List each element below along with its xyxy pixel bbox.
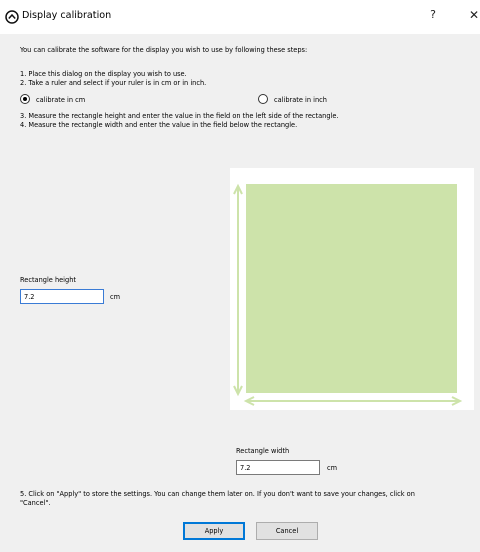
width-unit-label: cm (327, 464, 338, 472)
rectangle-width-label: Rectangle width (236, 447, 290, 455)
rectangle-height-label: Rectangle height (20, 276, 76, 284)
rectangle-width-input[interactable] (236, 460, 320, 475)
step-5-text-line1: 5. Click on "Apply" to store the setting… (20, 490, 415, 498)
measurement-arrows (233, 183, 463, 406)
height-unit-label: cm (110, 293, 121, 301)
step-4-text: 4. Measure the rectangle width and enter… (20, 121, 298, 129)
close-button[interactable]: ✕ (466, 8, 480, 22)
title-bar: Display calibration ? ✕ (0, 0, 480, 34)
radio-calibrate-cm[interactable] (20, 94, 30, 104)
rectangle-height-input[interactable] (20, 289, 104, 304)
step-1-text: 1. Place this dialog on the display you … (20, 70, 187, 78)
cancel-button[interactable]: Cancel (256, 522, 318, 540)
display-calibration-icon (5, 10, 19, 24)
step-3-text: 3. Measure the rectangle height and ente… (20, 112, 339, 120)
intro-text: You can calibrate the software for the d… (20, 46, 308, 54)
window-title: Display calibration (22, 10, 112, 21)
step-5-text-line2: "Cancel". (20, 499, 51, 507)
radio-calibrate-inch[interactable] (258, 94, 268, 104)
help-button[interactable]: ? (425, 8, 441, 21)
apply-button[interactable]: Apply (183, 522, 245, 540)
radio-inch-label[interactable]: calibrate in inch (274, 96, 327, 104)
step-2-text: 2. Take a ruler and select if your ruler… (20, 79, 207, 87)
radio-cm-label[interactable]: calibrate in cm (36, 96, 85, 104)
